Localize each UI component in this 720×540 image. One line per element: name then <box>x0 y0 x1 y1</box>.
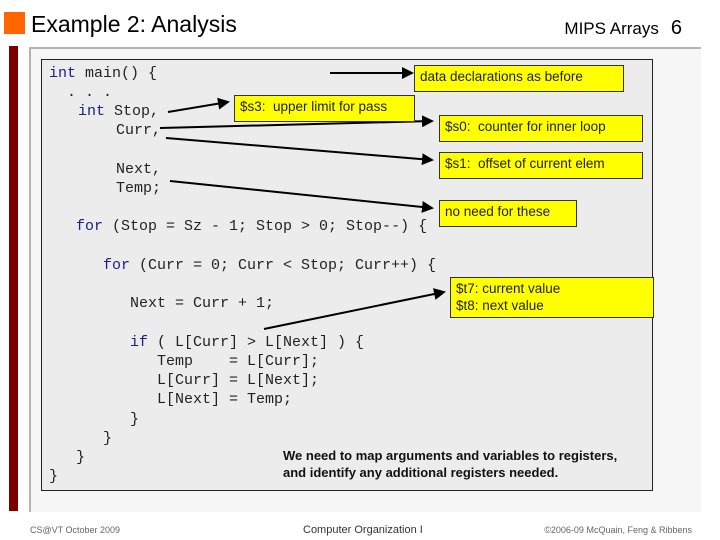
slide-header-right: MIPS Arrays 6 <box>564 17 682 40</box>
code-line: Next = Curr + 1; <box>130 294 274 313</box>
summary-note: We need to map arguments and variables t… <box>283 447 617 481</box>
code-text: (Stop = Sz - 1; Stop > 0; Stop--) { <box>103 218 428 235</box>
code-text: } <box>130 411 140 428</box>
note-s3: $s3: upper limit for pass <box>234 95 415 122</box>
code-line: L[Curr] = L[Next]; <box>157 371 319 390</box>
code-line: } <box>103 429 112 448</box>
code-text: ( L[Curr] > L[Next] ) { <box>148 334 365 351</box>
note-s0: $s0: counter for inner loop <box>439 115 643 142</box>
code-line: Temp; <box>116 179 161 198</box>
code-line: . . . <box>67 83 112 102</box>
footer-center: Computer Organization I <box>303 524 423 536</box>
code-line: int main() { <box>49 64 157 83</box>
code-text: L[Next] = Temp; <box>157 391 293 408</box>
code-line: } <box>49 467 58 486</box>
note-s1: $s1: offset of current elem <box>439 152 643 179</box>
code-text: } <box>49 468 59 485</box>
summary-line-2: and identify any additional registers ne… <box>283 465 559 480</box>
note-t7-t8: $t7: current value $t8: next value <box>450 277 654 318</box>
note-t7: $t7: current value <box>456 281 561 296</box>
code-text: Temp; <box>116 180 162 197</box>
code-line: L[Next] = Temp; <box>157 390 292 409</box>
code-line: if ( L[Curr] > L[Next] ) { <box>130 333 364 352</box>
summary-line-1: We need to map arguments and variables t… <box>283 448 618 463</box>
code-line: Next, <box>116 160 161 179</box>
code-line: Curr, <box>116 121 161 140</box>
code-text: Temp = L[Curr]; <box>157 353 320 370</box>
note-no-need: no need for these <box>439 200 577 227</box>
code-text: Next, <box>116 161 162 178</box>
code-keyword: for <box>103 257 131 274</box>
code-text: main() { <box>76 65 158 82</box>
code-keyword: int <box>78 103 106 120</box>
code-text: (Curr = 0; Curr < Stop; Curr++) { <box>130 257 437 274</box>
code-text: L[Curr] = L[Next]; <box>157 372 320 389</box>
code-text: } <box>76 449 86 466</box>
code-keyword: for <box>76 218 104 235</box>
slide-title: Example 2: Analysis <box>31 11 237 37</box>
section-name: MIPS Arrays <box>564 19 659 38</box>
code-line: for (Stop = Sz - 1; Stop > 0; Stop--) { <box>76 217 427 236</box>
footer-left: CS@VT October 2009 <box>30 525 121 535</box>
code-keyword: if <box>130 334 149 351</box>
code-text: . . . <box>67 84 113 101</box>
code-line: int Stop, <box>78 102 159 121</box>
code-line: for (Curr = 0; Curr < Stop; Curr++) { <box>103 256 436 275</box>
code-line: } <box>76 448 85 467</box>
code-line: Temp = L[Curr]; <box>157 352 319 371</box>
page-number: 6 <box>670 17 682 39</box>
footer-right: ©2006-09 McQuain, Feng & Ribbens <box>544 525 692 535</box>
code-text: } <box>103 430 113 447</box>
code-text: Next = Curr + 1; <box>130 295 275 312</box>
code-text: Curr, <box>116 122 162 139</box>
code-text: Stop, <box>105 103 160 120</box>
note-data-declarations: data declarations as before <box>414 65 624 92</box>
code-keyword: int <box>49 65 77 82</box>
code-line: } <box>130 410 139 429</box>
title-bullet-square <box>4 12 25 34</box>
side-accent-bar <box>9 46 18 511</box>
note-t8: $t8: next value <box>456 298 544 313</box>
